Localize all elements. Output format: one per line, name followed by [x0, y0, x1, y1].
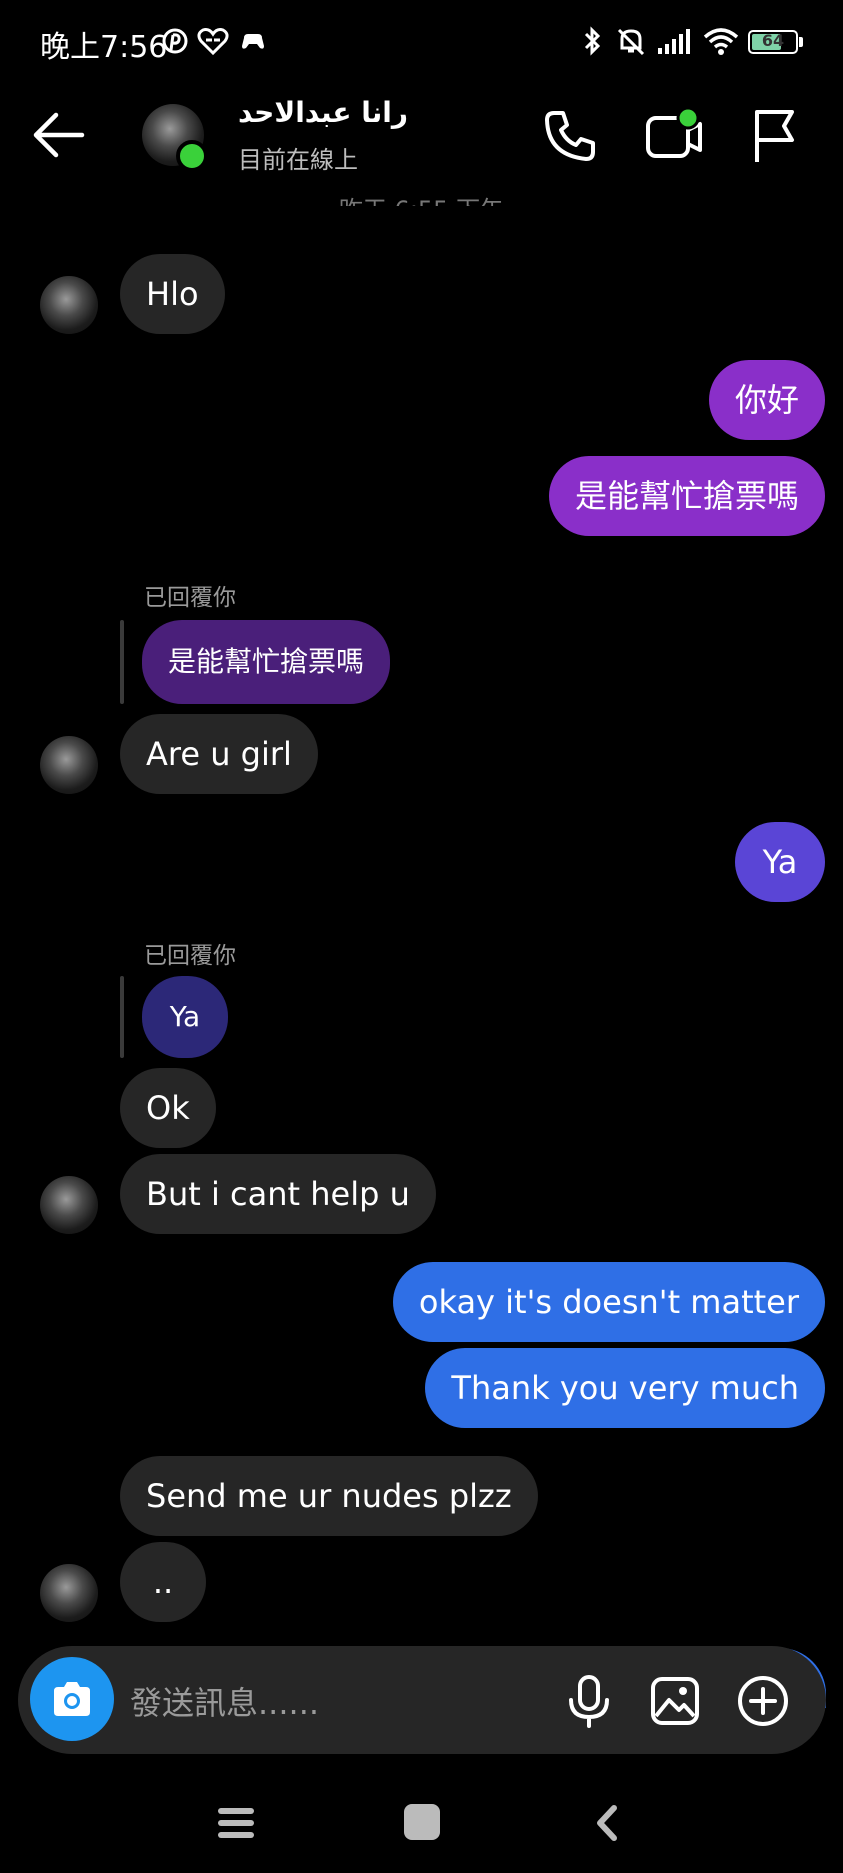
mute-bell-icon — [617, 28, 645, 56]
sender-avatar[interactable] — [40, 1564, 98, 1622]
message-timestamp: 昨天 6:55 下午 — [0, 180, 843, 206]
online-indicator — [176, 140, 208, 172]
camera-icon — [54, 1682, 90, 1716]
message-input[interactable]: 發送訊息...... — [130, 1678, 319, 1724]
video-call-icon[interactable] — [644, 104, 704, 164]
incoming-message[interactable]: Hlo — [120, 254, 225, 334]
game-icon — [242, 34, 264, 49]
home-icon[interactable] — [404, 1804, 440, 1840]
incoming-message[interactable]: But i cant help u — [120, 1154, 436, 1234]
reply-label: 已回覆你 — [144, 943, 236, 969]
signal-icon — [658, 29, 690, 54]
pinterest-icon — [162, 28, 188, 54]
incoming-message[interactable]: Ok — [120, 1068, 216, 1148]
outgoing-message[interactable]: okay it's doesn't matter — [392, 1262, 825, 1342]
outgoing-message[interactable]: 是能幫忙搶票嗎 — [548, 456, 825, 536]
outgoing-message[interactable]: Ya — [735, 822, 825, 902]
back-arrow-icon[interactable] — [32, 112, 86, 158]
microphone-icon[interactable] — [566, 1674, 612, 1728]
outgoing-message[interactable]: 你好 — [708, 360, 825, 440]
contact-status: 目前在線上 — [238, 146, 358, 174]
battery-tip — [799, 37, 803, 47]
battery-indicator: 64 — [748, 30, 798, 54]
quoted-message[interactable]: 是能幫忙搶票嗎 — [142, 620, 391, 704]
add-icon[interactable] — [736, 1674, 790, 1728]
battery-level: 64 — [761, 31, 785, 50]
hearts-icon — [197, 28, 229, 56]
reply-bar — [120, 976, 124, 1058]
incoming-message[interactable]: Send me ur nudes plzz — [120, 1456, 538, 1536]
status-time: 晚上7:56 — [40, 30, 168, 65]
reply-bar — [120, 620, 124, 704]
contact-name[interactable]: رانا عبدالاحد — [238, 96, 408, 129]
phone-icon[interactable] — [542, 108, 598, 164]
quoted-message[interactable]: Ya — [142, 976, 228, 1058]
sender-avatar[interactable] — [40, 1176, 98, 1234]
outgoing-message[interactable]: Thank you very much — [425, 1348, 825, 1428]
bluetooth-icon — [584, 26, 601, 56]
incoming-message[interactable]: .. — [120, 1542, 206, 1622]
back-icon[interactable] — [592, 1804, 622, 1842]
menu-icon[interactable] — [216, 1806, 256, 1840]
flag-icon[interactable] — [752, 108, 796, 164]
sender-avatar[interactable] — [40, 736, 98, 794]
reply-label: 已回覆你 — [144, 585, 236, 611]
incoming-message[interactable]: Are u girl — [120, 714, 318, 794]
gallery-icon[interactable] — [650, 1676, 700, 1726]
sender-avatar[interactable] — [40, 276, 98, 334]
wifi-icon — [703, 28, 739, 55]
camera-button[interactable] — [30, 1657, 114, 1741]
